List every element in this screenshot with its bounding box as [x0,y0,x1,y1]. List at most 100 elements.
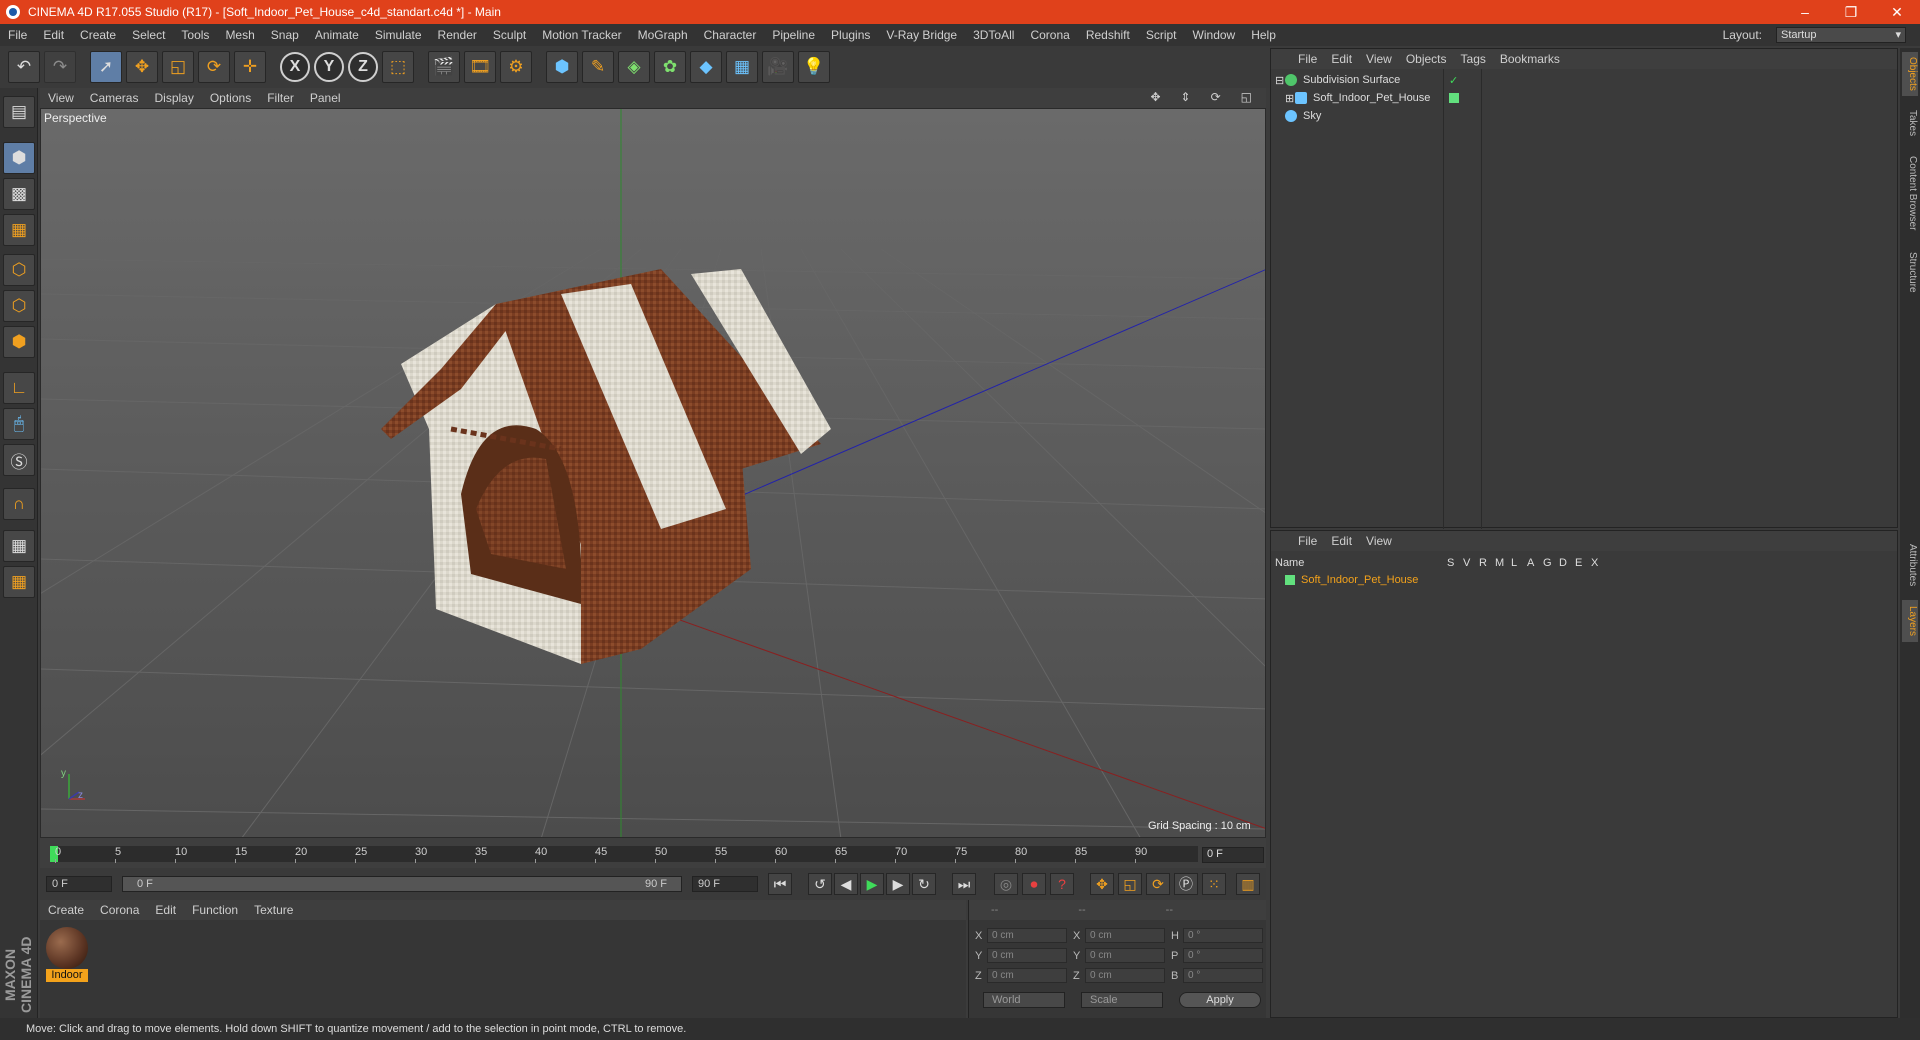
model-mode-icon[interactable]: ⬢ [3,142,35,174]
viewport-menu-panel[interactable]: Panel [302,91,349,105]
world-dropdown[interactable]: World [983,992,1065,1008]
menu-simulate[interactable]: Simulate [367,28,430,42]
end-frame-field[interactable]: 90 F [692,876,758,892]
size-x-field[interactable]: 0 cm [1085,928,1165,943]
tab-structure[interactable]: Structure [1902,246,1918,298]
visibility-check-icon[interactable]: ✓ [1449,74,1458,87]
move-icon[interactable]: ✥ [126,51,158,83]
floor-icon[interactable]: ▦ [726,51,758,83]
material-menu-texture[interactable]: Texture [246,903,301,917]
material-menu-edit[interactable]: Edit [147,903,184,917]
menu-pipeline[interactable]: Pipeline [764,28,823,42]
viewport-menu-view[interactable]: View [40,91,82,105]
edges-mode-icon[interactable]: ⬡ [3,290,35,322]
menu-file[interactable]: File [0,28,35,42]
scale-icon[interactable]: ◱ [162,51,194,83]
key-scale-icon[interactable]: ◱ [1118,873,1142,895]
render-settings-icon[interactable]: ⚙ [500,51,532,83]
key-pla-icon[interactable]: ⁙ [1202,873,1226,895]
rotation-p-field[interactable]: 0 ° [1183,948,1263,963]
timeline-window-icon[interactable]: ▥ [1236,873,1260,895]
menu-animate[interactable]: Animate [307,28,367,42]
tab-takes[interactable]: Takes [1902,106,1918,140]
menu-character[interactable]: Character [696,28,765,42]
pen-spline-icon[interactable]: ✎ [582,51,614,83]
rotation-h-field[interactable]: 0 ° [1183,928,1263,943]
viewport-menu-filter[interactable]: Filter [259,91,302,105]
scale-dropdown[interactable]: Scale [1081,992,1163,1008]
position-x-field[interactable]: 0 cm [987,928,1067,943]
x-axis-lock-button[interactable]: X [280,52,310,82]
menu-script[interactable]: Script [1138,28,1185,42]
objects-menu-edit[interactable]: Edit [1324,52,1359,66]
tweak-mode-icon[interactable]: 🖱 [3,408,35,440]
tab-content-browser[interactable]: Content Browser [1902,148,1918,238]
current-frame-field[interactable]: 0 F [1202,847,1264,863]
tab-attributes[interactable]: Attributes [1902,536,1918,594]
menu-snap[interactable]: Snap [263,28,307,42]
light-icon[interactable]: 💡 [798,51,830,83]
expand-icon[interactable]: ⊞ [1285,92,1295,105]
object-row-sky[interactable]: Sky [1275,107,1321,125]
objects-menu-tags[interactable]: Tags [1454,52,1493,66]
menu-render[interactable]: Render [430,28,485,42]
snap-magnet-icon[interactable]: ∩ [3,488,35,520]
close-button[interactable]: ✕ [1874,0,1920,24]
timeline-ruler[interactable]: 0 5 10 15 20 25 30 35 40 45 50 55 60 65 … [50,846,1198,863]
deformer-icon[interactable]: ◆ [690,51,722,83]
y-axis-lock-button[interactable]: Y [314,52,344,82]
minimize-button[interactable]: – [1782,0,1828,24]
make-editable-icon[interactable]: ▤ [3,96,35,128]
menu-create[interactable]: Create [72,28,124,42]
viewport-menu-display[interactable]: Display [146,91,201,105]
viewport-rotate-icon[interactable]: ⟳ [1203,90,1229,104]
menu-mograph[interactable]: MoGraph [630,28,696,42]
menu-tools[interactable]: Tools [173,28,217,42]
menu-3dtoall[interactable]: 3DToAll [965,28,1022,42]
go-to-start-icon[interactable]: ⏮ [768,873,792,895]
autokey-icon[interactable]: ⏺ [1022,873,1046,895]
keyframe-selection-icon[interactable]: ? [1050,873,1074,895]
expand-icon[interactable]: ⊟ [1275,74,1285,87]
timeline[interactable]: 0 5 10 15 20 25 30 35 40 45 50 55 60 65 … [40,838,1266,868]
menu-plugins[interactable]: Plugins [823,28,878,42]
layers-menu-edit[interactable]: Edit [1324,534,1359,548]
menu-vray-bridge[interactable]: V-Ray Bridge [878,28,965,42]
render-picture-viewer-icon[interactable]: 🎞 [464,51,496,83]
workplane-icon[interactable]: ▦ [3,214,35,246]
coordinate-system-icon[interactable]: ⬚ [382,51,414,83]
redo-icon[interactable]: ↷ [44,51,76,83]
rotation-b-field[interactable]: 0 ° [1183,968,1263,983]
material-menu-function[interactable]: Function [184,903,246,917]
next-key-icon[interactable]: ↻ [912,873,936,895]
layout-dropdown[interactable]: Startup [1776,27,1906,43]
size-y-field[interactable]: 0 cm [1085,948,1165,963]
restore-button[interactable]: ❐ [1828,0,1874,24]
menu-redshift[interactable]: Redshift [1078,28,1138,42]
select-arrow-icon[interactable]: ➚ [90,51,122,83]
layer-row[interactable]: Soft_Indoor_Pet_House [1285,571,1418,589]
subdivision-surface-icon[interactable]: ◈ [618,51,650,83]
size-z-field[interactable]: 0 cm [1085,968,1165,983]
next-frame-icon[interactable]: ▶ [886,873,910,895]
cube-primitive-icon[interactable]: ⬢ [546,51,578,83]
record-active-icon[interactable]: ◎ [994,873,1018,895]
points-mode-icon[interactable]: ⬡ [3,254,35,286]
viewport-move-icon[interactable]: ✥ [1142,90,1168,104]
viewport-zoom-icon[interactable]: ⇕ [1173,90,1199,104]
tab-objects[interactable]: Objects [1902,52,1918,96]
viewport-menu-cameras[interactable]: Cameras [82,91,147,105]
key-rotation-icon[interactable]: ⟳ [1146,873,1170,895]
array-generator-icon[interactable]: ✿ [654,51,686,83]
workplane-lock-icon[interactable]: ▦ [3,530,35,562]
viewport-maximize-icon[interactable]: ◱ [1233,90,1260,104]
start-frame-field[interactable]: 0 F [46,876,112,892]
viewport-menu-options[interactable]: Options [202,91,259,105]
tab-layers[interactable]: Layers [1902,600,1918,642]
previous-key-icon[interactable]: ↺ [808,873,832,895]
rotate-icon[interactable]: ⟳ [198,51,230,83]
z-axis-lock-button[interactable]: Z [348,52,378,82]
camera-icon[interactable]: 🎥 [762,51,794,83]
menu-motion-tracker[interactable]: Motion Tracker [534,28,629,42]
texture-mode-icon[interactable]: ▩ [3,178,35,210]
